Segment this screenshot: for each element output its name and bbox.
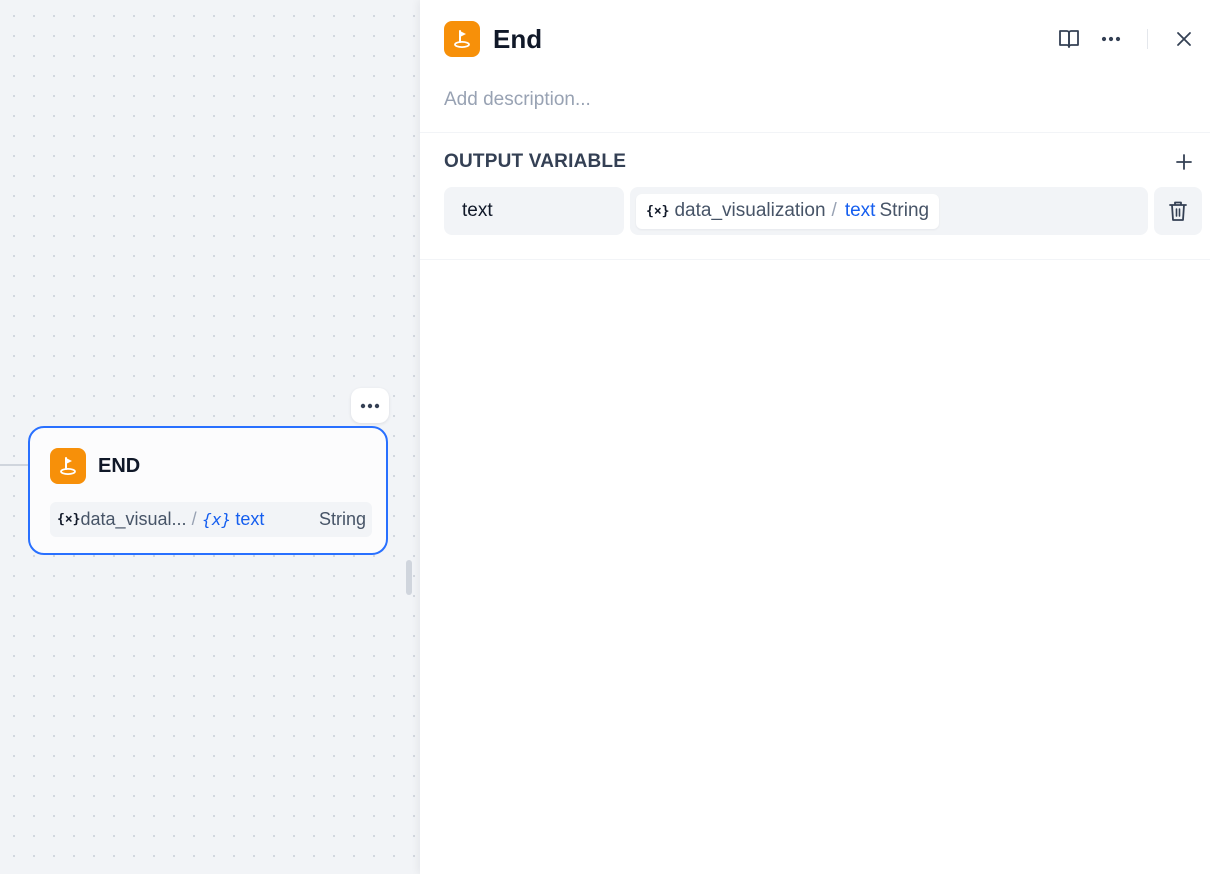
variable-source: data_visualization <box>674 200 826 221</box>
plus-icon <box>1176 154 1192 170</box>
node-title: END <box>98 455 141 477</box>
more-horizontal-icon <box>360 403 380 408</box>
output-variable-section-title: OUTPUT VARIABLE <box>444 151 627 172</box>
variable-reference-chip[interactable]: {×} data_visualization / text String <box>636 193 940 229</box>
header-divider <box>1147 29 1148 49</box>
end-node[interactable]: END {×} data_visual... / {x} text String <box>28 426 388 555</box>
panel-more-button[interactable] <box>1096 24 1126 54</box>
variable-field: text <box>235 509 265 529</box>
close-icon <box>1177 32 1191 46</box>
help-docs-button[interactable] <box>1054 24 1084 54</box>
workflow-canvas[interactable]: END {×} data_visual... / {x} text String <box>0 0 420 874</box>
output-variable-name-input[interactable]: text <box>444 187 624 235</box>
book-icon <box>1059 30 1079 48</box>
panel-title[interactable]: End <box>493 24 542 55</box>
section-divider-bottom <box>420 259 1210 260</box>
description-input[interactable]: Add description... <box>444 89 591 111</box>
close-panel-button[interactable] <box>1169 24 1199 54</box>
variable-source: data_visual... <box>80 509 187 529</box>
end-flag-icon <box>60 457 76 475</box>
variable-type: String <box>879 200 930 221</box>
end-node-icon-box <box>50 448 86 484</box>
variable-icon: {×} <box>646 203 670 219</box>
variable-separator: / <box>191 509 197 529</box>
add-output-variable-button[interactable] <box>1172 150 1196 174</box>
variable-separator: / <box>831 200 837 221</box>
output-variable-value-selector[interactable]: {×} data_visualization / text String <box>630 187 1148 235</box>
trash-icon <box>1169 201 1187 221</box>
section-divider <box>420 132 1210 133</box>
end-flag-icon <box>454 30 470 48</box>
panel-node-icon-box <box>444 21 480 57</box>
node-output-variable: {×} data_visual... / {x} text String <box>50 502 372 537</box>
delete-output-variable-button[interactable] <box>1154 187 1202 235</box>
variable-field-icon: {x} <box>201 510 232 529</box>
panel-resize-handle[interactable] <box>406 560 412 595</box>
more-horizontal-icon <box>1101 36 1121 42</box>
node-more-button[interactable] <box>351 388 389 423</box>
variable-icon: {×} <box>57 512 81 527</box>
variable-type: String <box>318 509 366 529</box>
variable-field: text <box>844 200 876 221</box>
incoming-edge <box>0 464 30 466</box>
node-config-panel: End Add description... OUTPUT VARIABLE t… <box>420 0 1210 874</box>
